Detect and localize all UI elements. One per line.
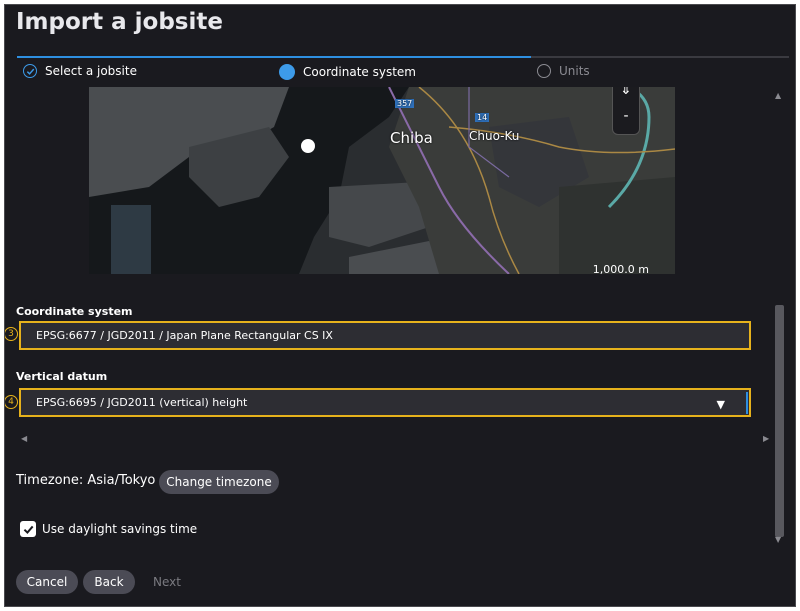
coordinate-system-value: EPSG:6677 / JGD2011 / Japan Plane Rectan… (36, 329, 333, 342)
checkmark-icon (23, 525, 33, 534)
scroll-left-arrow-icon[interactable]: ◀ (21, 434, 27, 443)
check-circle-icon (23, 64, 37, 78)
step-label: Select a jobsite (45, 64, 137, 78)
vertical-datum-select[interactable]: EPSG:6695 / JGD2011 (vertical) height ▼ (19, 388, 751, 417)
chevron-down-icon: ▼ (716, 398, 725, 411)
map-label-district: Chuo-Ku (469, 129, 520, 143)
vertical-datum-value: EPSG:6695 / JGD2011 (vertical) height (36, 396, 248, 409)
back-button[interactable]: Back (83, 570, 135, 594)
scroll-up-arrow-icon[interactable]: ▲ (775, 91, 781, 100)
step-units[interactable]: Units (537, 64, 590, 78)
step-label: Units (559, 64, 590, 78)
zoom-out-button[interactable]: - (613, 108, 639, 124)
daylight-savings-checkbox[interactable] (20, 521, 36, 537)
current-step-icon (279, 64, 295, 80)
import-jobsite-dialog: Import a jobsite Select a jobsite Coordi… (4, 4, 796, 607)
daylight-savings-label: Use daylight savings time (42, 522, 198, 536)
cancel-button[interactable]: Cancel (16, 570, 78, 594)
coordinate-system-field[interactable]: EPSG:6677 / JGD2011 / Japan Plane Rectan… (19, 321, 751, 350)
vertical-scrollbar-thumb[interactable] (775, 305, 784, 537)
next-button[interactable]: Next (153, 575, 181, 589)
vertical-datum-label: Vertical datum (16, 370, 108, 383)
map-scale: 1,000.0 m (592, 263, 649, 274)
satellite-imagery (89, 87, 675, 274)
map-road-shield: 14 (475, 113, 490, 122)
scroll-down-arrow-icon[interactable]: ▼ (775, 535, 781, 544)
compass-icon[interactable]: ⇕ (613, 87, 639, 98)
map-route-shield: 357 (395, 99, 415, 108)
step-coordinate-system[interactable]: Coordinate system (279, 64, 416, 80)
jobsite-map[interactable]: Chiba Chuo-Ku 357 14 ⇕ - 1,000.0 m (89, 87, 675, 274)
pending-step-icon (537, 64, 551, 78)
step-progress-fill (17, 56, 531, 58)
step-label: Coordinate system (303, 65, 416, 79)
scroll-right-arrow-icon[interactable]: ▶ (763, 434, 769, 443)
timezone-text: Timezone: Asia/Tokyo (16, 473, 156, 488)
annotation-marker-4: 4 (5, 395, 18, 409)
coordinate-system-label: Coordinate system (16, 305, 133, 318)
zoom-control: ⇕ - (612, 87, 640, 135)
jobsite-pin-icon[interactable] (301, 139, 315, 153)
focus-indicator (746, 392, 748, 414)
dialog-title: Import a jobsite (16, 9, 223, 35)
annotation-marker-3: 3 (5, 327, 18, 341)
map-label-city: Chiba (390, 129, 433, 147)
step-select-jobsite[interactable]: Select a jobsite (23, 64, 137, 78)
change-timezone-button[interactable]: Change timezone (159, 470, 279, 494)
